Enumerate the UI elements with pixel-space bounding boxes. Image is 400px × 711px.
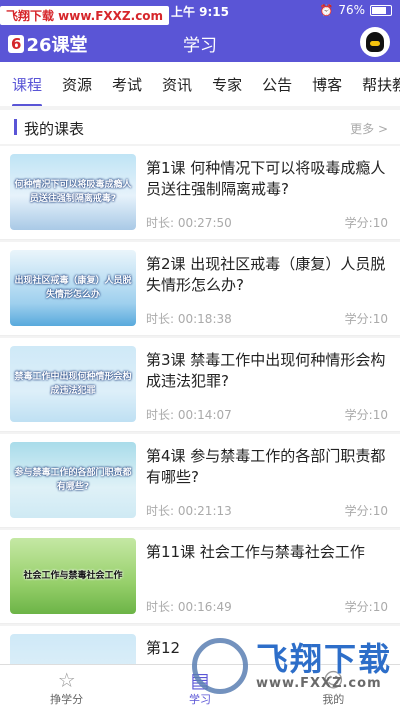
course-thumbnail: 禁毒工作中出现何种情形会构成违法犯罪	[10, 346, 136, 422]
course-thumbnail: 参与禁毒工作的各部门职责都有哪些?	[10, 442, 136, 518]
course-title: 第4课 参与禁毒工作的各部门职责都有哪些?	[146, 447, 386, 486]
star-icon: ☆	[57, 668, 76, 692]
course-credits: 学分:10	[344, 216, 388, 230]
course-meta: 时长: 00:14:07 学分:10	[146, 406, 388, 423]
qq-penguin-icon	[366, 32, 384, 52]
course-item[interactable]: 参与禁毒工作的各部门职责都有哪些? 第4课 参与禁毒工作的各部门职责都有哪些? …	[0, 434, 400, 528]
course-meta: 时长: 00:21:13 学分:10	[146, 502, 388, 519]
course-meta: 时长: 00:18:38 学分:10	[146, 310, 388, 327]
thumbnail-caption: 禁毒工作中出现何种情形会构成违法犯罪	[14, 372, 132, 396]
course-thumbnail	[10, 634, 136, 665]
tab-blogs[interactable]: 博客	[312, 62, 342, 106]
course-credits: 学分:10	[344, 408, 388, 422]
category-tabs: 课程 资源 考试 资讯 专家 公告 博客 帮扶教	[0, 62, 400, 106]
watermark-bottom: 飞翔下载 www.FXXZ.com	[190, 632, 395, 704]
course-item[interactable]: 禁毒工作中出现何种情形会构成违法犯罪 第3课 禁毒工作中出现何种情形会构成违法犯…	[0, 338, 400, 432]
section-title: 我的课表	[24, 120, 85, 138]
thumbnail-caption: 社会工作与禁毒社会工作	[23, 571, 123, 581]
nav-earn-credits[interactable]: ☆ 挣学分	[0, 665, 133, 711]
course-title: 第11课 社会工作与禁毒社会工作	[146, 543, 365, 561]
thumbnail-caption: 出现社区戒毒（康复）人员脱失情形怎么办	[14, 276, 132, 300]
course-credits: 学分:10	[344, 600, 388, 614]
battery-icon	[370, 4, 392, 16]
course-title: 第3课 禁毒工作中出现何种情形会构成违法犯罪?	[146, 351, 386, 390]
status-right: ⏰ 76%	[320, 3, 392, 17]
my-schedule-header: 我的课表 更多 >	[0, 110, 400, 144]
course-item[interactable]: 何种情况下可以将吸毒成瘾人员送往强制隔离戒毒? 第1课 何种情况下可以将吸毒成瘾…	[0, 146, 400, 240]
tab-courses[interactable]: 课程	[12, 62, 43, 106]
course-meta: 时长: 00:27:50 学分:10	[146, 214, 388, 231]
course-title: 第2课 出现社区戒毒（康复）人员脱失情形怎么办?	[146, 255, 386, 294]
course-thumbnail: 出现社区戒毒（康复）人员脱失情形怎么办	[10, 250, 136, 326]
course-credits: 学分:10	[344, 312, 388, 326]
watermark-top: 飞翔下载 www.FXXZ.com	[0, 6, 170, 25]
thumbnail-caption: 何种情况下可以将吸毒成瘾人员送往强制隔离戒毒?	[14, 180, 132, 204]
course-thumbnail: 社会工作与禁毒社会工作	[10, 538, 136, 614]
course-duration: 时长: 00:14:07	[146, 408, 232, 422]
section-accent-bar	[14, 119, 17, 135]
page-title: 学习	[183, 36, 217, 56]
course-duration: 时长: 00:16:49	[146, 600, 232, 614]
course-list: 何种情况下可以将吸毒成瘾人员送往强制隔离戒毒? 第1课 何种情况下可以将吸毒成瘾…	[0, 146, 400, 668]
watermark-logo-icon	[192, 638, 248, 694]
course-title: 第1课 何种情况下可以将吸毒成瘾人员送往强制隔离戒毒?	[146, 159, 386, 198]
app-header: 6 26课堂 学习	[0, 22, 400, 62]
course-duration: 时长: 00:21:13	[146, 504, 232, 518]
nav-label: 挣学分	[50, 693, 84, 706]
more-link[interactable]: 更多 >	[350, 120, 388, 137]
course-item[interactable]: 社会工作与禁毒社会工作 第11课 社会工作与禁毒社会工作 时长: 00:16:4…	[0, 530, 400, 624]
tab-news[interactable]: 资讯	[162, 62, 192, 106]
course-duration: 时长: 00:27:50	[146, 216, 232, 230]
thumbnail-caption: 参与禁毒工作的各部门职责都有哪些?	[14, 468, 132, 492]
alarm-icon: ⏰	[319, 3, 334, 17]
tab-support[interactable]: 帮扶教	[362, 62, 400, 106]
tab-announcements[interactable]: 公告	[262, 62, 292, 106]
tab-resources[interactable]: 资源	[62, 62, 92, 106]
avatar[interactable]	[360, 27, 390, 57]
watermark-brand: 飞翔下载	[256, 640, 393, 678]
course-duration: 时长: 00:18:38	[146, 312, 232, 326]
tab-exams[interactable]: 考试	[112, 62, 142, 106]
course-credits: 学分:10	[344, 504, 388, 518]
tab-experts[interactable]: 专家	[212, 62, 242, 106]
battery-percent: 76%	[338, 3, 365, 17]
course-meta: 时长: 00:16:49 学分:10	[146, 598, 388, 615]
course-thumbnail: 何种情况下可以将吸毒成瘾人员送往强制隔离戒毒?	[10, 154, 136, 230]
watermark-url: www.FXXZ.com	[256, 676, 382, 691]
course-item[interactable]: 出现社区戒毒（康复）人员脱失情形怎么办 第2课 出现社区戒毒（康复）人员脱失情形…	[0, 242, 400, 336]
